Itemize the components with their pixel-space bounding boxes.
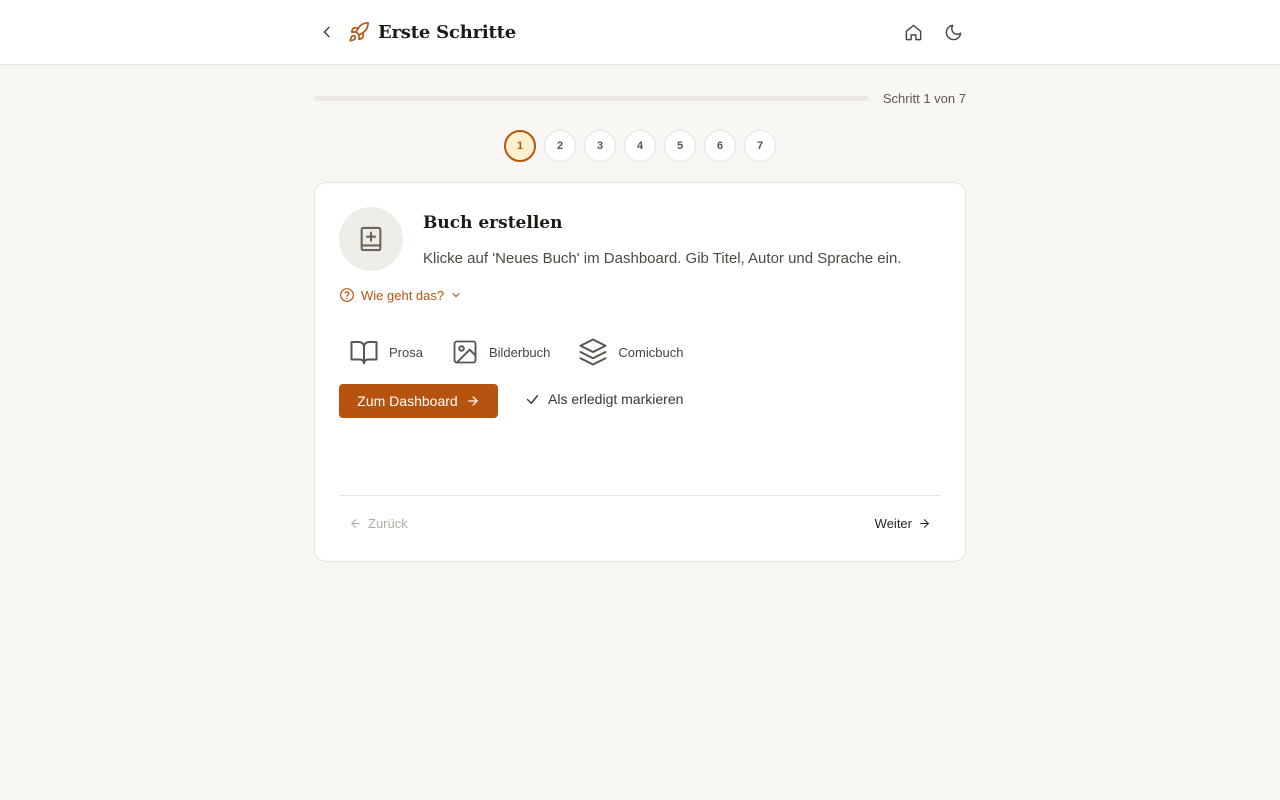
progress-bar	[314, 95, 869, 101]
card-description: Klicke auf 'Neues Buch' im Dashboard. Gi…	[423, 250, 902, 267]
chevron-left-icon	[323, 26, 330, 38]
step-3[interactable]: 3	[584, 130, 616, 162]
step-4[interactable]: 4	[624, 130, 656, 162]
progress-row: Schritt 1 von 7	[314, 88, 966, 108]
step-card: Buch erstellen Klicke auf 'Neues Buch' i…	[314, 182, 966, 562]
next-button[interactable]: Weiter	[875, 516, 931, 531]
top-bar: Erste Schritte	[0, 0, 1280, 65]
step-7[interactable]: 7	[744, 130, 776, 162]
layers-icon	[578, 337, 608, 367]
progress-label: Schritt 1 von 7	[882, 90, 966, 106]
top-actions	[900, 19, 966, 45]
type-label: Bilderbuch	[488, 344, 551, 360]
check-icon	[526, 394, 539, 404]
book-types: Prosa Bilderbuch Comicbuch	[349, 337, 711, 367]
howto-toggle[interactable]: Wie geht das?	[339, 287, 462, 303]
rocket-icon	[348, 20, 372, 44]
card-icon-circle	[339, 207, 403, 271]
chevron-down-icon	[452, 292, 460, 298]
mark-done-button[interactable]: Als erledigt markieren	[525, 391, 683, 407]
previous-label: Zurück	[368, 516, 408, 531]
arrow-right-icon	[467, 396, 478, 406]
step-2[interactable]: 2	[544, 130, 576, 162]
type-prosa[interactable]: Prosa	[349, 337, 423, 367]
help-circle-icon	[340, 288, 354, 302]
type-label: Comicbuch	[618, 344, 684, 360]
book-plus-icon	[360, 226, 382, 252]
card-divider	[339, 495, 941, 496]
image-icon	[451, 338, 479, 366]
step-5[interactable]: 5	[664, 130, 696, 162]
theme-toggle-button[interactable]	[940, 19, 966, 45]
type-label: Prosa	[389, 344, 423, 360]
back-button[interactable]	[314, 19, 340, 45]
step-indicator: 1234567	[504, 130, 776, 162]
step-1[interactable]: 1	[504, 130, 536, 162]
home-button[interactable]	[900, 19, 926, 45]
step-6[interactable]: 6	[704, 130, 736, 162]
previous-button[interactable]: Zurück	[349, 516, 408, 531]
go-to-dashboard-button[interactable]: Zum Dashboard	[339, 384, 498, 418]
open-book-icon	[349, 337, 379, 367]
arrow-left-icon	[351, 519, 360, 528]
top-bar-inner: Erste Schritte	[314, 0, 966, 64]
page-title: Erste Schritte	[378, 21, 517, 43]
moon-icon	[945, 24, 961, 40]
type-comicbuch[interactable]: Comicbuch	[578, 337, 683, 367]
howto-label: Wie geht das?	[361, 287, 445, 303]
next-label: Weiter	[874, 516, 912, 531]
card-title: Buch erstellen	[423, 213, 563, 233]
home-icon	[905, 24, 921, 40]
go-to-dashboard-label: Zum Dashboard	[357, 393, 458, 409]
type-bilderbuch[interactable]: Bilderbuch	[451, 338, 550, 366]
mark-done-label: Als erledigt markieren	[548, 391, 684, 407]
arrow-right-icon	[920, 519, 929, 528]
